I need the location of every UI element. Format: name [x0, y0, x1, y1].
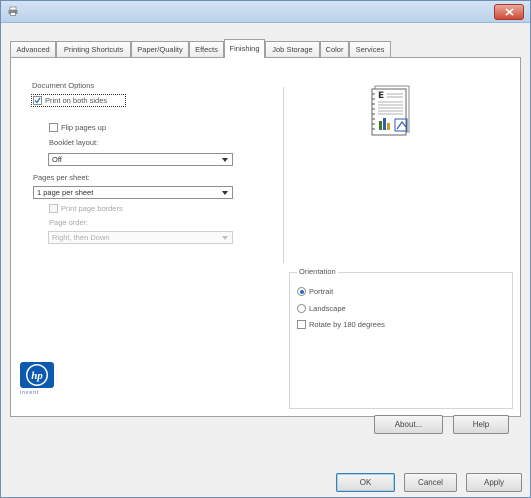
tab-effects[interactable]: Effects — [189, 41, 224, 57]
tab-printing-shortcuts[interactable]: Printing Shortcuts — [56, 41, 131, 57]
print-both-sides-checkbox[interactable] — [33, 96, 42, 105]
printer-icon — [8, 6, 18, 16]
document-options-label: Document Options — [32, 81, 95, 90]
tab-color[interactable]: Color — [320, 41, 349, 57]
booklet-layout-value: Off — [52, 155, 62, 164]
chevron-down-icon — [222, 236, 228, 240]
tab-finishing[interactable]: Finishing — [224, 39, 265, 58]
landscape-label[interactable]: Landscape — [309, 304, 346, 313]
svg-text:E: E — [378, 91, 384, 101]
landscape-radio[interactable] — [297, 304, 306, 313]
cancel-button[interactable]: Cancel — [404, 473, 457, 492]
tab-job-storage[interactable]: Job Storage — [265, 41, 320, 57]
print-both-sides-label[interactable]: Print on both sides — [45, 96, 107, 105]
booklet-layout-select[interactable]: Off — [48, 153, 233, 166]
tab-services[interactable]: Services — [349, 41, 391, 57]
pages-per-sheet-label: Pages per sheet: — [33, 173, 90, 182]
page-order-value: Right, then Down — [52, 233, 110, 242]
page-order-select[interactable]: Right, then Down — [48, 231, 233, 244]
page-order-label: Page order: — [49, 218, 89, 227]
checkmark-icon — [34, 97, 41, 104]
hp-logo-text: hp — [31, 370, 43, 382]
tab-strip: Advanced Printing Shortcuts Paper/Qualit… — [10, 39, 450, 58]
help-button[interactable]: Help — [453, 415, 509, 434]
about-button[interactable]: About... — [374, 415, 443, 434]
close-button[interactable] — [494, 4, 524, 20]
tab-paper-quality[interactable]: Paper/Quality — [131, 41, 189, 57]
pages-per-sheet-select[interactable]: 1 page per sheet — [33, 186, 233, 199]
chevron-down-icon — [222, 191, 228, 195]
apply-button[interactable]: Apply — [466, 473, 522, 492]
close-icon — [505, 8, 514, 16]
print-page-borders-label: Print page borders — [61, 204, 123, 213]
portrait-radio[interactable] — [297, 287, 306, 296]
flip-pages-up-checkbox[interactable] — [49, 123, 58, 132]
flip-pages-up-label[interactable]: Flip pages up — [61, 123, 106, 132]
ok-button[interactable]: OK — [336, 473, 395, 492]
tab-advanced[interactable]: Advanced — [10, 41, 56, 57]
pages-per-sheet-value: 1 page per sheet — [37, 188, 94, 197]
title-bar — [1, 1, 530, 23]
hp-logo-icon: hp — [20, 362, 54, 388]
orientation-label: Orientation — [297, 267, 338, 276]
print-page-borders-checkbox[interactable] — [49, 204, 58, 213]
rotate-180-label[interactable]: Rotate by 180 degrees — [309, 320, 385, 329]
printer-properties-dialog: Advanced Printing Shortcuts Paper/Qualit… — [0, 0, 531, 498]
portrait-label[interactable]: Portrait — [309, 287, 333, 296]
hp-tagline: invent — [20, 390, 40, 396]
document-preview-icon: E — [371, 85, 410, 136]
rotate-180-checkbox[interactable] — [297, 320, 306, 329]
chevron-down-icon — [222, 158, 228, 162]
booklet-layout-label: Booklet layout: — [49, 138, 99, 147]
finishing-tab-panel: Document Options Print on both sides Fli… — [10, 57, 521, 434]
